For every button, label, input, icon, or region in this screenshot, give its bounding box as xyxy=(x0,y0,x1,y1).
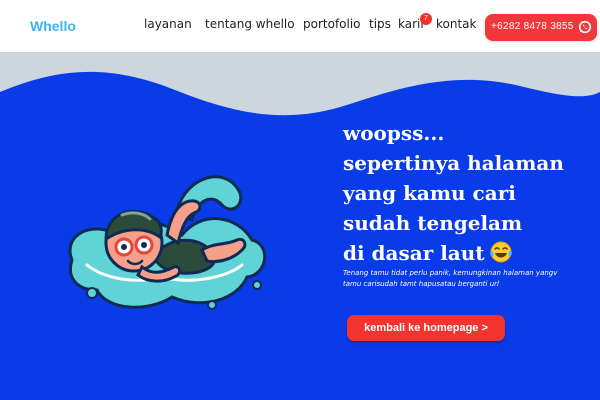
error-404-hero: woopss... sepertinya halaman yang kamu c… xyxy=(0,52,600,400)
nav-layanan[interactable]: layanan xyxy=(144,17,192,31)
headline-line-2: sepertinya halaman xyxy=(343,151,564,175)
whello-logo[interactable]: Whello xyxy=(30,18,76,34)
not-found-description: Tenang tamu tidat perlu panik, kemungkin… xyxy=(343,269,558,288)
headline-line-5: di dasar laut xyxy=(343,238,593,268)
headline-line-5-text: di dasar laut xyxy=(343,241,485,265)
top-navbar: Whello layanan tentang whello portofolio… xyxy=(0,0,600,52)
headline-line-1: woopss... xyxy=(343,121,445,145)
whatsapp-phone-button[interactable]: +6282 8478 3855 xyxy=(485,14,597,41)
nav-tentang-whello[interactable]: tentang whello xyxy=(205,17,295,31)
phone-number-label: +6282 8478 3855 xyxy=(491,21,574,32)
nav-kontak[interactable]: kontak xyxy=(436,17,476,31)
headline-line-4: sudah tengelam xyxy=(343,211,523,235)
not-found-headline: woopss... sepertinya halaman yang kamu c… xyxy=(343,118,593,268)
karir-count-badge: 7 xyxy=(420,13,432,25)
whatsapp-icon xyxy=(578,20,592,34)
face-with-tears-of-joy-icon xyxy=(489,241,512,263)
headline-line-3: yang kamu cari xyxy=(343,181,516,205)
nav-tips[interactable]: tips xyxy=(369,17,391,31)
swimmer-illustration xyxy=(68,175,267,310)
back-to-homepage-button[interactable]: kembali ke homepage > xyxy=(347,315,505,341)
nav-portofolio[interactable]: portofolio xyxy=(303,17,361,31)
